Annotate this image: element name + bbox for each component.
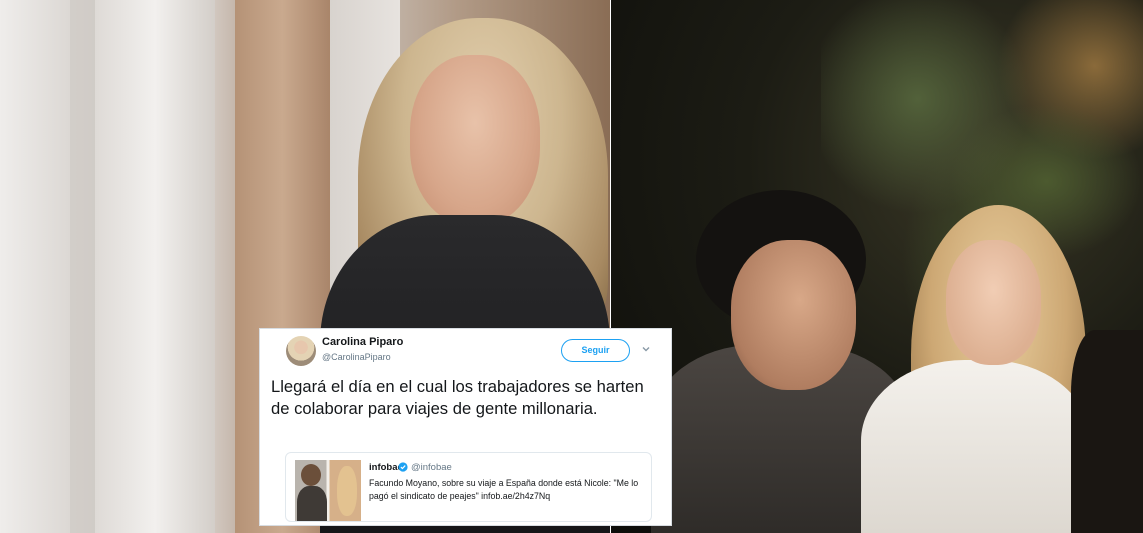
chevron-down-icon[interactable] [641, 344, 651, 354]
person-face [410, 55, 540, 225]
thumbnail-figure [297, 486, 327, 521]
woman-face [946, 240, 1041, 365]
embedded-tweet: Carolina Piparo @CarolinaPiparo Seguir L… [259, 328, 672, 526]
verified-badge-icon [398, 462, 408, 472]
thumbnail-figure [337, 466, 357, 516]
quoted-tweet-thumbnail [295, 460, 361, 521]
thumbnail-figure-head [301, 464, 321, 486]
follow-button[interactable]: Seguir [561, 339, 630, 362]
man-face [731, 240, 856, 390]
avatar[interactable] [286, 336, 316, 366]
quoted-tweet-text: Facundo Moyano, sobre su viaje a España … [369, 478, 639, 501]
tweet-author-name[interactable]: Carolina Piparo [322, 336, 403, 348]
quoted-tweet[interactable]: infobae @infobae Facundo Moyano, sobre s… [285, 452, 652, 522]
tweet-author-handle[interactable]: @CarolinaPiparo [322, 352, 391, 362]
quoted-author-handle: @infobae [411, 462, 452, 473]
background-pillar [95, 0, 215, 533]
woman-body [861, 360, 1091, 533]
foreground-shadow [1071, 330, 1143, 533]
right-photo [611, 0, 1143, 533]
tweet-text: Llegará el día en el cual los trabajador… [271, 377, 644, 418]
background-pillar [0, 0, 70, 533]
